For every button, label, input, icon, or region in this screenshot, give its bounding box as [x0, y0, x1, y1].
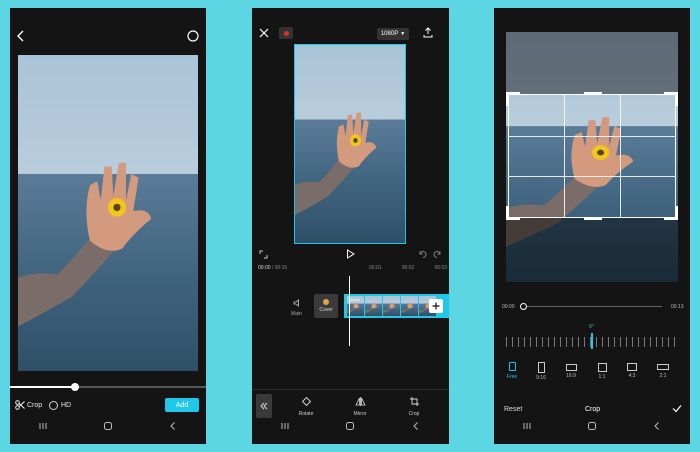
- toolbar-divider: [252, 389, 449, 390]
- nav-back-icon[interactable]: [404, 414, 428, 438]
- select-circle-icon[interactable]: [187, 30, 199, 42]
- ratio-label: 1:1: [598, 374, 606, 380]
- add-clip-button[interactable]: [429, 299, 443, 313]
- ruler-mark: 00:03: [434, 265, 447, 271]
- ratio-4-3[interactable]: 4:3: [623, 362, 641, 379]
- clip-frame: [365, 296, 382, 316]
- system-nav-bar: [252, 408, 449, 444]
- track-label: Main: [291, 311, 302, 317]
- ratio-16-9[interactable]: 16:9: [562, 362, 580, 379]
- rotation-indicator: [591, 333, 593, 349]
- rotate-icon: [301, 396, 311, 407]
- crop-edge-handle[interactable]: [584, 217, 602, 220]
- ratio-9-16[interactable]: 9:16: [532, 362, 550, 381]
- home-icon[interactable]: [338, 414, 362, 438]
- home-icon[interactable]: [96, 414, 120, 438]
- ratio-1-1[interactable]: 1:1: [593, 362, 611, 380]
- ratio-label: 16:9: [566, 373, 576, 379]
- phone-screen-crop: 00:00 00:13 0° Free 9:16 16:9 1:1 4:3 2:…: [494, 8, 690, 444]
- nav-back-icon[interactable]: [645, 414, 669, 438]
- trim-slider-track[interactable]: [10, 386, 206, 388]
- portrait-ratio-icon: [537, 362, 545, 373]
- video-preview: [18, 55, 198, 371]
- redo-icon[interactable]: [433, 250, 442, 259]
- scrub-track[interactable]: [524, 306, 662, 307]
- crop-canvas: [506, 32, 678, 282]
- rotation-value: 0°: [589, 324, 594, 330]
- grid-line: [619, 95, 621, 217]
- record-dot-icon: [283, 30, 289, 36]
- recents-icon[interactable]: [515, 414, 539, 438]
- crop-frame[interactable]: [506, 92, 678, 220]
- time-start: 00:00: [502, 304, 515, 310]
- free-ratio-icon: [508, 362, 516, 371]
- system-nav-bar: [10, 408, 206, 444]
- square-ratio-icon: [597, 363, 607, 372]
- crop-corner-handle[interactable]: [664, 206, 678, 220]
- crop-icon: [409, 397, 419, 406]
- system-nav-bar: [494, 408, 690, 444]
- recents-icon[interactable]: [31, 414, 55, 438]
- cover-button[interactable]: Cover: [314, 294, 338, 318]
- ruler-mark: 00:02: [401, 265, 415, 271]
- timeline-ruler: 00:01 00:02 00:03: [369, 265, 447, 271]
- ratio-label: 9:16: [536, 375, 546, 381]
- ratio-2-1[interactable]: 2:1: [654, 362, 672, 379]
- record-button[interactable]: [279, 27, 293, 39]
- clip-frame: [383, 296, 400, 316]
- time-end: 00:13: [671, 304, 684, 310]
- speaker-icon[interactable]: [293, 299, 302, 307]
- cover-thumb-icon: [323, 299, 329, 305]
- crop-corner-handle[interactable]: [506, 206, 520, 220]
- dropdown-caret-icon: ▼: [400, 31, 406, 37]
- export-icon[interactable]: [423, 27, 433, 38]
- trim-slider-handle[interactable]: [70, 383, 79, 391]
- time-readout: 00:00 / 00:15: [258, 265, 288, 271]
- playhead[interactable]: [349, 276, 350, 346]
- landscape-ratio-icon: [565, 364, 577, 371]
- ratio-label: 4:3: [628, 373, 636, 379]
- resolution-label: 1080P: [380, 31, 399, 37]
- clip-duration: 15.0s: [350, 297, 360, 302]
- crop-mask-bottom: [506, 218, 678, 282]
- grid-line: [509, 176, 675, 178]
- close-icon[interactable]: [259, 28, 269, 38]
- ratio-free[interactable]: Free: [504, 362, 520, 380]
- ruler-mark: 00:01: [369, 265, 382, 271]
- crop-mask-top: [506, 32, 678, 94]
- four-three-ratio-icon: [627, 363, 637, 371]
- two-one-ratio-icon: [657, 364, 669, 370]
- grid-line: [509, 135, 675, 137]
- time-current: 00:00: [258, 265, 271, 271]
- scrub-handle[interactable]: [520, 303, 527, 310]
- crop-corner-handle[interactable]: [506, 92, 520, 106]
- ratio-label: Free: [506, 374, 518, 380]
- mirror-icon: [354, 397, 366, 406]
- phone-screen-video-select: Crop HD Add: [10, 8, 206, 444]
- fullscreen-icon[interactable]: [259, 250, 268, 259]
- canvas-preview: [294, 44, 406, 244]
- ratio-label: 2:1: [659, 373, 667, 379]
- recents-icon[interactable]: [273, 414, 297, 438]
- undo-icon[interactable]: [418, 250, 427, 259]
- plus-icon: [432, 302, 440, 310]
- resolution-dropdown[interactable]: 1080P ▼: [377, 28, 409, 40]
- crop-edge-handle[interactable]: [584, 92, 602, 95]
- time-total: 00:15: [274, 265, 288, 271]
- grid-line: [564, 95, 566, 217]
- back-icon[interactable]: [16, 30, 26, 42]
- crop-corner-handle[interactable]: [664, 92, 678, 106]
- clip-frame: [401, 296, 418, 316]
- nav-back-icon[interactable]: [161, 414, 185, 438]
- play-icon[interactable]: [346, 249, 355, 259]
- home-icon[interactable]: [580, 414, 604, 438]
- phone-screen-editor: 1080P ▼ 00:00 / 00:15 00:01 00:02 00:03 …: [252, 8, 449, 444]
- cover-label: Cover: [319, 307, 333, 313]
